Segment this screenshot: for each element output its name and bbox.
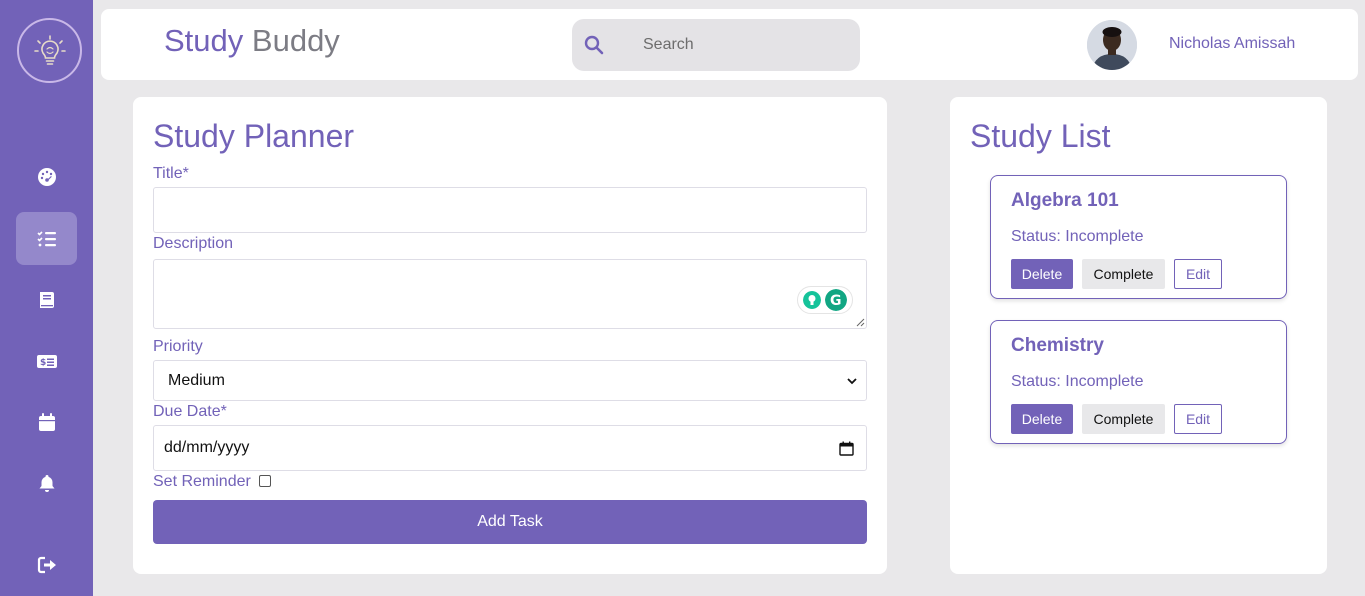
search-bar[interactable] — [572, 19, 860, 71]
task-card: Algebra 101 Status: Incomplete Delete Co… — [990, 175, 1287, 299]
grammarly-icon[interactable]: G — [825, 289, 847, 311]
study-planner-heading: Study Planner — [153, 118, 355, 154]
resize-grip-icon[interactable] — [856, 318, 865, 327]
app-title: Study Buddy — [164, 23, 340, 59]
money-icon: $ — [36, 354, 57, 368]
sidebar-item-dashboard[interactable] — [16, 150, 77, 203]
lightbulb-logo-icon[interactable] — [17, 18, 82, 83]
sidebar: $ — [0, 0, 93, 596]
app-title-buddy: Buddy — [251, 23, 340, 58]
calendar-picker-icon[interactable] — [839, 441, 854, 456]
chevron-down-icon — [847, 377, 857, 384]
task-title: Algebra 101 — [1011, 190, 1119, 211]
sidebar-item-courses[interactable] — [16, 273, 77, 326]
due-date-input[interactable]: dd/mm/yyyy — [153, 425, 867, 471]
bell-icon — [39, 474, 54, 492]
complete-button[interactable]: Complete — [1082, 404, 1165, 434]
avatar[interactable] — [1087, 20, 1137, 70]
task-status: Status: Incomplete — [1011, 228, 1144, 245]
set-reminder-label: Set Reminder — [153, 473, 251, 490]
calendar-icon — [38, 412, 55, 431]
priority-selected-value: Medium — [168, 371, 225, 389]
edit-button[interactable]: Edit — [1174, 404, 1222, 434]
add-task-button[interactable]: Add Task — [153, 500, 867, 544]
book-icon — [39, 291, 54, 308]
title-label: Title* — [153, 165, 189, 182]
task-status: Status: Incomplete — [1011, 373, 1144, 390]
task-title: Chemistry — [1011, 335, 1104, 356]
tasks-icon — [36, 230, 56, 246]
study-list-card: Study List Algebra 101 Status: Incomplet… — [950, 97, 1327, 574]
svg-text:G: G — [830, 293, 842, 309]
grammarly-widget[interactable]: G — [797, 286, 853, 314]
sidebar-item-tasks[interactable] — [16, 212, 77, 265]
study-list-heading: Study List — [970, 118, 1111, 154]
logout-icon — [37, 556, 56, 573]
app-title-study: Study — [164, 23, 244, 58]
task-card: Chemistry Status: Incomplete Delete Comp… — [990, 320, 1287, 444]
priority-select[interactable]: Medium — [153, 360, 867, 401]
lightbulb-icon[interactable] — [803, 291, 821, 309]
due-date-placeholder: dd/mm/yyyy — [164, 439, 250, 456]
top-bar: Study Buddy Nicholas Amissah — [101, 9, 1358, 80]
user-name[interactable]: Nicholas Amissah — [1169, 35, 1295, 53]
description-label: Description — [153, 235, 234, 252]
complete-button[interactable]: Complete — [1082, 259, 1165, 289]
delete-button[interactable]: Delete — [1011, 404, 1073, 434]
search-input[interactable] — [643, 36, 843, 54]
priority-label: Priority — [153, 338, 203, 355]
study-planner-card: Study Planner Title* Description G Prior… — [133, 97, 887, 574]
sidebar-item-finance[interactable]: $ — [16, 334, 77, 387]
edit-button[interactable]: Edit — [1174, 259, 1222, 289]
dashboard-icon — [37, 167, 56, 186]
sidebar-item-calendar[interactable] — [16, 395, 77, 448]
svg-text:$: $ — [40, 358, 46, 368]
due-date-label: Due Date* — [153, 403, 227, 420]
delete-button[interactable]: Delete — [1011, 259, 1073, 289]
description-textarea[interactable] — [153, 259, 867, 329]
sidebar-item-notifications[interactable] — [16, 456, 77, 509]
sidebar-item-logout[interactable] — [16, 538, 77, 591]
search-icon[interactable] — [584, 35, 604, 55]
title-input[interactable] — [153, 187, 867, 233]
set-reminder-checkbox[interactable] — [259, 475, 271, 487]
